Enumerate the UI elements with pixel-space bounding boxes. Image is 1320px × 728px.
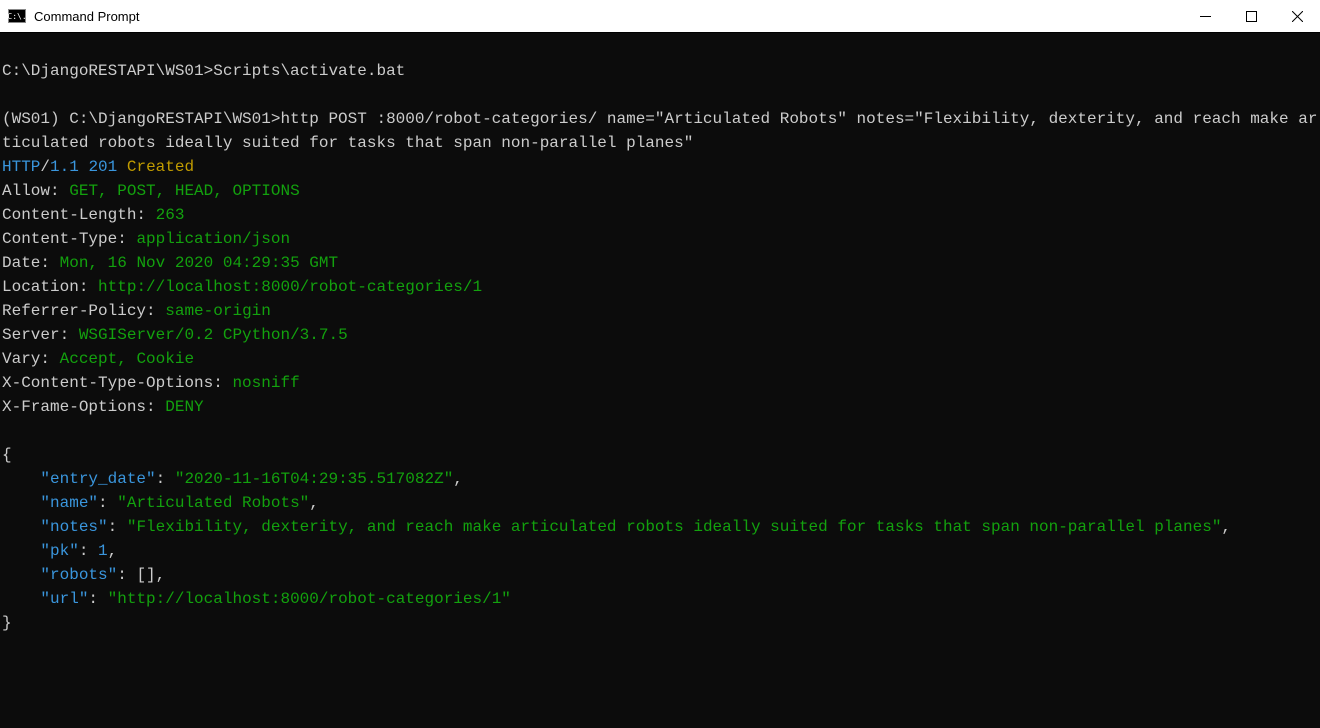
header-key-9: X-Frame-Options: [2, 398, 146, 416]
json-key-5: "url": [40, 590, 88, 608]
json-brace-close: }: [2, 614, 12, 632]
header-val-9: DENY: [165, 398, 203, 416]
http-status-msg: Created: [127, 158, 194, 176]
minimize-icon: [1200, 11, 1211, 22]
cmd-icon: C:\.: [8, 9, 26, 23]
maximize-icon: [1246, 11, 1257, 22]
window-title: Command Prompt: [34, 9, 1182, 24]
command-prompt-window: C:\. Command Prompt C:\DjangoRESTAPI\WS0…: [0, 0, 1320, 728]
json-key-4: "robots": [40, 566, 117, 584]
header-val-7: Accept, Cookie: [60, 350, 194, 368]
http-proto: HTTP: [2, 158, 40, 176]
header-val-2: application/json: [136, 230, 290, 248]
header-val-8: nosniff: [232, 374, 299, 392]
header-key-5: Referrer-Policy: [2, 302, 146, 320]
header-key-8: X-Content-Type-Options: [2, 374, 213, 392]
header-val-3: Mon, 16 Nov 2020 04:29:35 GMT: [60, 254, 338, 272]
json-key-3: "pk": [40, 542, 78, 560]
header-key-1: Content-Length: [2, 206, 136, 224]
terminal-output[interactable]: C:\DjangoRESTAPI\WS01>Scripts\activate.b…: [0, 33, 1320, 728]
json-val-1: "Articulated Robots": [117, 494, 309, 512]
header-key-7: Vary: [2, 350, 40, 368]
json-key-0: "entry_date": [40, 470, 155, 488]
header-val-6: WSGIServer/0.2 CPython/3.7.5: [79, 326, 348, 344]
header-key-6: Server: [2, 326, 60, 344]
header-key-4: Location: [2, 278, 79, 296]
header-val-5: same-origin: [165, 302, 271, 320]
json-val-4: []: [136, 566, 155, 584]
header-val-4: http://localhost:8000/robot-categories/1: [98, 278, 482, 296]
json-val-5: "http://localhost:8000/robot-categories/…: [108, 590, 511, 608]
prompt-line-2: (WS01) C:\DjangoRESTAPI\WS01>http POST :…: [2, 110, 1317, 152]
maximize-button[interactable]: [1228, 0, 1274, 32]
header-val-1: 263: [156, 206, 185, 224]
window-controls: [1182, 0, 1320, 32]
close-button[interactable]: [1274, 0, 1320, 32]
json-val-3: 1: [98, 542, 108, 560]
json-val-0: "2020-11-16T04:29:35.517082Z": [175, 470, 453, 488]
json-key-1: "name": [40, 494, 98, 512]
header-key-3: Date: [2, 254, 40, 272]
prompt-line-1: C:\DjangoRESTAPI\WS01>Scripts\activate.b…: [2, 62, 405, 80]
json-brace-open: {: [2, 446, 12, 464]
header-key-2: Content-Type: [2, 230, 117, 248]
http-version: 1.1: [50, 158, 79, 176]
minimize-button[interactable]: [1182, 0, 1228, 32]
json-key-2: "notes": [40, 518, 107, 536]
header-key-0: Allow: [2, 182, 50, 200]
json-val-2: "Flexibility, dexterity, and reach make …: [127, 518, 1222, 536]
titlebar[interactable]: C:\. Command Prompt: [0, 0, 1320, 33]
close-icon: [1292, 11, 1303, 22]
http-status-code: 201: [88, 158, 117, 176]
header-val-0: GET, POST, HEAD, OPTIONS: [69, 182, 299, 200]
